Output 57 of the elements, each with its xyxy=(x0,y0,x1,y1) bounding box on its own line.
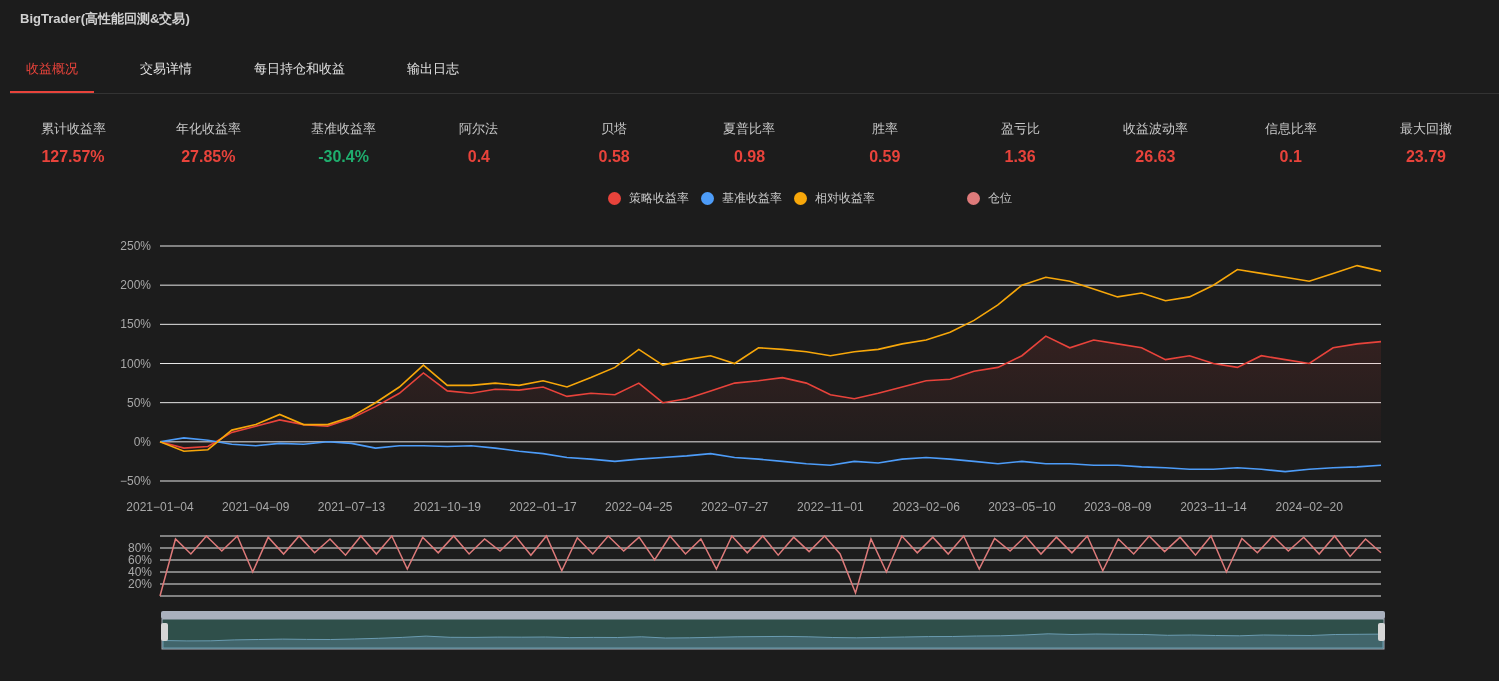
axis-label: 250% xyxy=(120,239,151,253)
stat-label: 最大回撤 xyxy=(1399,120,1452,138)
stat-label: 累计收益率 xyxy=(40,120,106,138)
stat-value: 26.63 xyxy=(1135,148,1176,166)
tab[interactable]: 输出日志 xyxy=(391,50,475,93)
stat-label: 基准收益率 xyxy=(311,120,377,138)
stat-value: 1.36 xyxy=(1004,148,1036,166)
axis-label: 0% xyxy=(133,434,151,449)
stat-label: 盈亏比 xyxy=(1000,120,1040,138)
stat-label: 胜率 xyxy=(871,120,898,138)
axis-label: 50% xyxy=(126,395,151,410)
legend-item[interactable]: 仓位 xyxy=(966,190,1012,207)
stat-value: 127.57% xyxy=(41,148,105,166)
legend-item[interactable]: 相对收益率 xyxy=(793,190,875,207)
axis-label: 60% xyxy=(127,553,152,567)
slider-handle[interactable] xyxy=(161,623,168,641)
stat-value: 0.4 xyxy=(467,148,490,166)
axis-label: 150% xyxy=(120,317,151,332)
axis-label: 200% xyxy=(120,278,151,293)
stat-label: 贝塔 xyxy=(601,120,628,138)
axis-label: 40% xyxy=(127,565,152,579)
stat-value: 0.59 xyxy=(869,148,901,166)
axis-label: 2022−04−25 xyxy=(605,500,673,514)
tab[interactable]: 每日持仓和收益 xyxy=(238,50,361,93)
axis-label: 2021−07−13 xyxy=(317,500,386,514)
stat-value: 27.85% xyxy=(181,148,236,166)
stat-value: -30.4% xyxy=(318,148,369,166)
axis-label: 20% xyxy=(127,577,152,591)
stat-label: 信息比率 xyxy=(1264,120,1317,138)
axis-label: 2021−04−09 xyxy=(222,500,290,514)
stat-value: 0.1 xyxy=(1279,148,1302,166)
stat-label: 阿尔法 xyxy=(459,120,499,138)
axis-label: 2024−02−20 xyxy=(1275,500,1343,514)
stat-value: 23.79 xyxy=(1405,148,1446,166)
tab[interactable]: 收益概况 xyxy=(10,50,94,93)
tab[interactable]: 交易详情 xyxy=(124,50,208,93)
legend-item[interactable]: 策略收益率 xyxy=(607,190,689,207)
axis-label: 2023−08−09 xyxy=(1083,500,1152,514)
axis-label: 2022−11−01 xyxy=(797,500,864,514)
axis-label: 80% xyxy=(127,541,152,555)
axis-label: −50% xyxy=(119,474,151,488)
stat-value: 0.58 xyxy=(598,148,630,166)
stat-label: 年化收益率 xyxy=(175,120,241,138)
legend-item[interactable]: 基准收益率 xyxy=(700,190,782,207)
axis-label: 2023−05−10 xyxy=(988,500,1056,514)
axis-label: 2021−10−19 xyxy=(413,500,481,514)
axis-label: 2022−07−27 xyxy=(700,500,769,514)
axis-label: 2022−01−17 xyxy=(509,500,577,514)
axis-label: 2023−02−06 xyxy=(892,500,960,514)
window-title: BigTrader(高性能回测&交易) xyxy=(19,10,191,28)
stat-label: 收益波动率 xyxy=(1122,120,1188,138)
stat-value: 0.98 xyxy=(733,148,766,166)
axis-label: 100% xyxy=(120,356,151,371)
stat-label: 夏普比率 xyxy=(723,120,776,138)
axis-label: 2021−01−04 xyxy=(126,500,194,514)
axis-label: 2023−11−14 xyxy=(1180,500,1247,514)
slider-handle[interactable] xyxy=(1378,623,1385,641)
